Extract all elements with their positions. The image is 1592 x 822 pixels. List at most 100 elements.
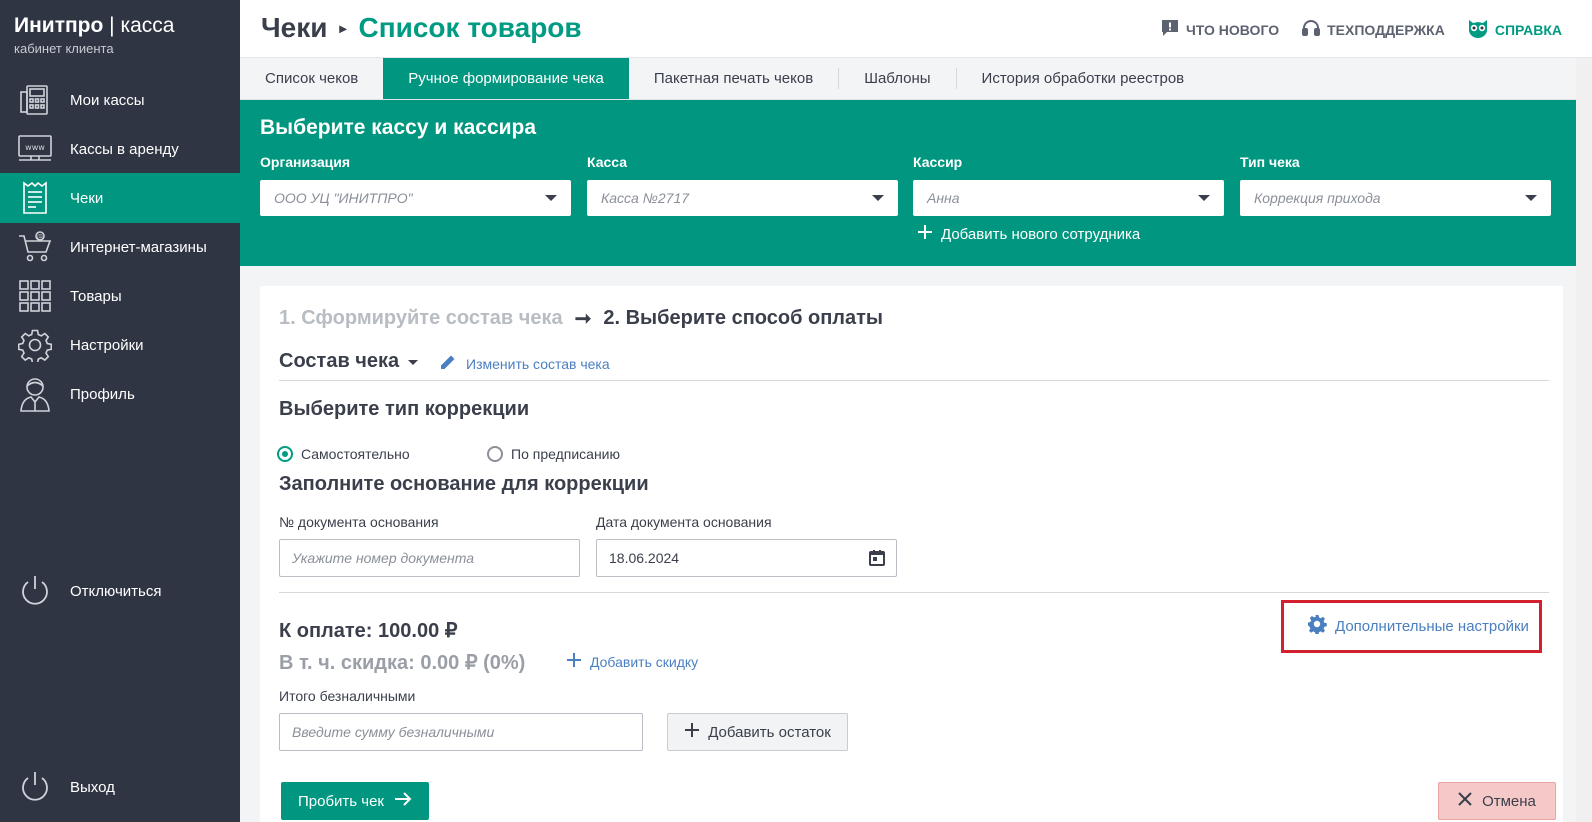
breadcrumb-parent[interactable]: Чеки bbox=[261, 12, 327, 44]
logout-button[interactable]: Выход bbox=[0, 762, 240, 812]
cash-select[interactable]: Касса №2717 bbox=[587, 180, 898, 216]
pencil-icon bbox=[438, 352, 458, 375]
support-link[interactable]: ТЕХПОДДЕРЖКА bbox=[1301, 18, 1445, 41]
add-employee-button[interactable]: Добавить нового сотрудника bbox=[917, 224, 1140, 244]
submit-label: Пробить чек bbox=[297, 792, 384, 810]
add-rest-label: Добавить остаток bbox=[708, 723, 831, 741]
compose-title: Состав чека bbox=[279, 350, 400, 372]
receipt-type-select[interactable]: Коррекция прихода bbox=[1240, 180, 1551, 216]
brand-product: касса bbox=[120, 14, 175, 37]
header-links: ЧТО НОВОГО ТЕХПОДДЕРЖКА СПРАВКА bbox=[1160, 18, 1562, 41]
doc-number-input[interactable]: Укажите номер документа bbox=[279, 539, 580, 577]
svg-text:@: @ bbox=[37, 234, 43, 241]
radio-checked-icon bbox=[277, 446, 293, 462]
sidebar-item-profile[interactable]: Профиль bbox=[0, 369, 240, 419]
discount-amount: В т. ч. скидка: 0.00 ₽ (0%) bbox=[279, 652, 526, 674]
gear-icon bbox=[17, 327, 53, 363]
caret-down-icon bbox=[872, 195, 884, 201]
message-alert-icon bbox=[1160, 18, 1180, 41]
caret-down-icon bbox=[1198, 195, 1210, 201]
whats-new-label: ЧТО НОВОГО bbox=[1185, 21, 1280, 38]
plus-icon bbox=[917, 224, 933, 244]
add-discount-link[interactable]: Добавить скидку bbox=[566, 652, 698, 671]
caret-down-icon bbox=[1525, 195, 1537, 201]
sidebar-item-rent-registers[interactable]: www Кассы в аренду bbox=[0, 124, 240, 174]
caret-down-icon bbox=[407, 350, 419, 373]
whats-new-link[interactable]: ЧТО НОВОГО bbox=[1160, 18, 1279, 41]
tabs-bar: Список чеков Ручное формирование чека Па… bbox=[240, 58, 1592, 100]
arrow-right-icon bbox=[394, 791, 412, 811]
add-discount-label: Добавить скидку bbox=[590, 653, 699, 670]
owl-icon bbox=[1467, 18, 1489, 41]
help-link[interactable]: СПРАВКА bbox=[1467, 18, 1562, 41]
headset-icon bbox=[1301, 18, 1321, 41]
svg-text:www: www bbox=[25, 143, 45, 152]
brand[interactable]: Инитпро | касса кабинет клиента bbox=[14, 14, 174, 56]
power-icon bbox=[17, 769, 53, 805]
sidebar-item-receipts[interactable]: Чеки bbox=[0, 173, 240, 223]
sidebar: Инитпро | касса кабинет клиента Мои касс… bbox=[0, 0, 240, 822]
brand-title: Инитпро | касса bbox=[14, 14, 174, 38]
doc-date-value: 18.06.2024 bbox=[609, 550, 680, 566]
advanced-settings-label: Дополнительные настройки bbox=[1335, 617, 1529, 635]
sidebar-item-label: Настройки bbox=[70, 336, 144, 354]
compose-toggle[interactable]: Состав чека bbox=[279, 350, 419, 373]
edit-compose-label: Изменить состав чека bbox=[466, 355, 610, 372]
grid-icon bbox=[17, 278, 53, 314]
step-1[interactable]: 1. Сформируйте состав чека bbox=[279, 307, 563, 330]
receipt-type-value: Коррекция прихода bbox=[1254, 190, 1381, 206]
radio-unchecked-icon bbox=[487, 446, 503, 462]
cashier-select-value: Анна bbox=[927, 190, 960, 206]
top-header: Чеки ▸ Список товаров ЧТО НОВОГО ТЕХПОДД… bbox=[240, 0, 1592, 58]
advanced-settings-link[interactable]: Дополнительные настройки bbox=[1307, 614, 1529, 638]
receipt-type-label: Тип чека bbox=[1240, 154, 1300, 170]
calendar-icon[interactable] bbox=[868, 549, 886, 570]
power-icon bbox=[17, 573, 53, 609]
scrollbar[interactable] bbox=[1576, 58, 1592, 822]
basis-title: Заполните основание для коррекции bbox=[279, 473, 649, 495]
panel-title: Выберите кассу и кассира bbox=[260, 116, 537, 139]
close-icon bbox=[1458, 792, 1472, 810]
cashless-input[interactable]: Введите сумму безналичными bbox=[279, 713, 643, 751]
receipt-icon bbox=[17, 180, 53, 216]
www-icon: www bbox=[17, 131, 53, 167]
help-label: СПРАВКА bbox=[1494, 21, 1562, 38]
doc-number-label: № документа основания bbox=[279, 514, 439, 530]
radio-prescription[interactable]: По предписанию bbox=[487, 446, 620, 462]
org-label: Организация bbox=[260, 154, 351, 170]
org-select[interactable]: ООО УЦ "ИНИТПРО" bbox=[260, 180, 571, 216]
radio-prescription-label: По предписанию bbox=[511, 446, 620, 462]
sidebar-item-label: Товары bbox=[70, 287, 122, 305]
cashier-select[interactable]: Анна bbox=[913, 180, 1224, 216]
tab-registry-history[interactable]: История обработки реестров bbox=[957, 58, 1210, 99]
divider bbox=[279, 380, 1549, 381]
tab-manual-receipt[interactable]: Ручное формирование чека bbox=[383, 58, 629, 99]
gear-icon bbox=[1307, 614, 1327, 638]
tab-templates[interactable]: Шаблоны bbox=[839, 58, 955, 99]
sidebar-item-settings[interactable]: Настройки bbox=[0, 320, 240, 370]
plus-icon bbox=[566, 652, 582, 671]
cash-select-value: Касса №2717 bbox=[601, 190, 690, 206]
sidebar-item-label: Мои кассы bbox=[70, 91, 145, 109]
tab-batch-print[interactable]: Пакетная печать чеков bbox=[629, 58, 838, 99]
add-rest-button[interactable]: Добавить остаток bbox=[667, 713, 848, 751]
action-bar bbox=[260, 776, 1563, 822]
correction-type-title: Выберите тип коррекции bbox=[279, 398, 530, 420]
cashier-label: Кассир bbox=[913, 154, 963, 170]
disconnect-button[interactable]: Отключиться bbox=[0, 566, 240, 616]
sidebar-item-label: Интернет-магазины bbox=[70, 238, 207, 256]
arrow-right-icon: ➞ bbox=[574, 308, 592, 330]
sidebar-item-my-registers[interactable]: Мои кассы bbox=[0, 75, 240, 125]
doc-date-label: Дата документа основания bbox=[596, 514, 772, 530]
brand-separator: | bbox=[103, 14, 121, 37]
support-label: ТЕХПОДДЕРЖКА bbox=[1327, 21, 1445, 38]
submit-receipt-button[interactable]: Пробить чек bbox=[281, 782, 429, 820]
sidebar-item-goods[interactable]: Товары bbox=[0, 271, 240, 321]
add-employee-label: Добавить нового сотрудника bbox=[941, 225, 1141, 243]
tab-receipts-list[interactable]: Список чеков bbox=[240, 58, 383, 99]
sidebar-item-online-shops[interactable]: @ Интернет-магазины bbox=[0, 222, 240, 272]
radio-self[interactable]: Самостоятельно bbox=[277, 446, 410, 462]
edit-compose-link[interactable]: Изменить состав чека bbox=[438, 352, 610, 375]
doc-date-input[interactable]: 18.06.2024 bbox=[596, 539, 897, 577]
cancel-button[interactable]: Отмена bbox=[1438, 782, 1556, 820]
